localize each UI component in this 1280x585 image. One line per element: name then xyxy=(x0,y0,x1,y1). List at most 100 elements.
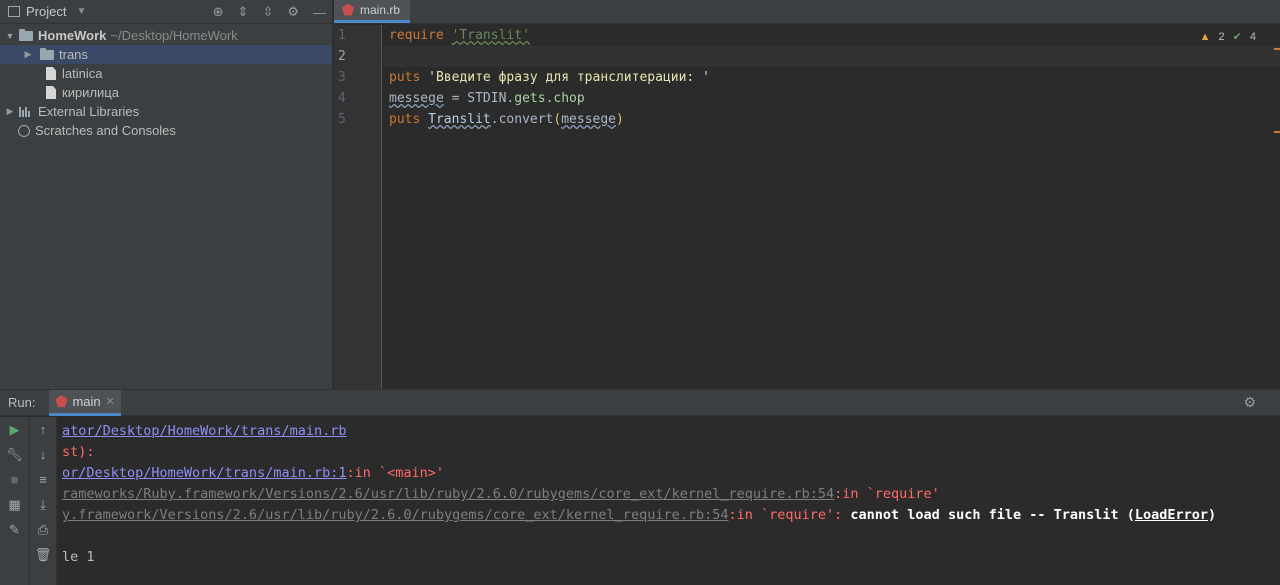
project-view-selector[interactable]: Project xyxy=(26,4,66,19)
project-header: Project ▼ ⊕ ⇕ ⇳ ⚙ — xyxy=(0,0,332,24)
line-number: 3 xyxy=(338,70,346,85)
line-gutter: 1 2 3 4 5 xyxy=(334,25,382,389)
identifier: messege xyxy=(561,112,617,127)
trash-icon[interactable]: 🗑︎ xyxy=(30,542,56,567)
tree-item-label: кирилица xyxy=(62,85,119,100)
error-message: cannot load such file -- Translit ( xyxy=(850,507,1135,523)
file-link[interactable]: y.framework/Versions/2.6/usr/lib/ruby/2.… xyxy=(62,507,728,523)
file-icon xyxy=(46,67,56,80)
file-link[interactable]: or/Desktop/HomeWork/trans/main.rb:1 xyxy=(62,465,346,481)
run-tab-main[interactable]: main ✕ xyxy=(49,389,121,416)
code-line[interactable]: messege = STDIN.gets.chop xyxy=(383,88,1280,109)
wrench-icon[interactable]: 🔧︎ xyxy=(0,442,29,467)
file-link[interactable]: rameworks/Ruby.framework/Versions/2.6/us… xyxy=(62,486,834,502)
expand-all-icon[interactable]: ⇕ xyxy=(238,4,249,20)
tree-item-label: latinica xyxy=(62,66,103,81)
soft-wrap-icon[interactable]: ≡ xyxy=(30,467,56,492)
tree-item-scratches[interactable]: Scratches and Consoles xyxy=(0,121,332,140)
line-number: 1 xyxy=(338,28,346,43)
code-line[interactable]: puts Translit.convert(messege) xyxy=(383,109,1280,130)
console-toolbar: ↑ ↓ ≡ ⤓ ⎙ 🗑︎ xyxy=(30,417,57,585)
run-tab-label: main xyxy=(72,393,101,409)
error-message-end: ) xyxy=(1208,507,1217,523)
ok-count: 4 xyxy=(1249,30,1256,43)
identifier: messege xyxy=(389,91,444,106)
warning-count: 2 xyxy=(1218,30,1225,43)
error-stripe-marker[interactable] xyxy=(1274,48,1280,50)
string-literal: 'Translit' xyxy=(451,28,530,43)
keyword: require xyxy=(389,28,444,43)
tree-item-label: External Libraries xyxy=(38,104,140,119)
error-stripe-marker[interactable] xyxy=(1274,131,1280,133)
chevron-down-icon[interactable]: ▼ xyxy=(76,6,86,17)
code-line[interactable]: puts 'Введите фразу для транслитерации: … xyxy=(383,67,1280,88)
project-tree: ▼ HomeWork ~/Desktop/HomeWork ▶ trans la… xyxy=(0,24,332,140)
dot: . xyxy=(490,112,499,127)
layout-icon[interactable]: ▦ xyxy=(0,492,29,517)
run-panel: Run: main ✕ ⚙ ▶ 🔧︎ ■ ▦ ✎ ↑ ↓ ≡ ⤓ ⎙ 🗑︎ at… xyxy=(0,389,1280,585)
error-text: :in `require': xyxy=(728,507,851,523)
stop-icon[interactable]: ■ xyxy=(0,467,29,492)
close-icon[interactable]: ✕ xyxy=(106,395,115,408)
chevron-right-icon[interactable]: ▶ xyxy=(22,49,34,60)
tree-item-external-libraries[interactable]: ▶ External Libraries xyxy=(0,102,332,121)
project-root-name: HomeWork xyxy=(38,28,107,43)
run-toolbar: ▶ 🔧︎ ■ ▦ ✎ xyxy=(0,417,30,585)
project-panel: Project ▼ ⊕ ⇕ ⇳ ⚙ — ▼ HomeWork ~/Desktop… xyxy=(0,0,333,389)
error-class-link[interactable]: LoadError xyxy=(1135,507,1208,523)
console-line: le 1 xyxy=(62,549,95,565)
gear-icon[interactable]: ⚙ xyxy=(287,4,299,20)
tree-item-homework[interactable]: ▼ HomeWork ~/Desktop/HomeWork xyxy=(0,26,332,45)
scratches-icon xyxy=(18,124,30,137)
chevron-down-icon[interactable]: ▼ xyxy=(4,31,16,41)
collapse-all-icon[interactable]: ⇳ xyxy=(262,4,273,20)
hide-icon[interactable]: — xyxy=(313,5,326,20)
method: gets xyxy=(514,91,546,106)
error-text: :in `require' xyxy=(834,486,940,502)
code-line-current[interactable] xyxy=(383,46,1280,67)
scroll-to-end-icon[interactable]: ⤓ xyxy=(30,492,56,517)
project-root-path: ~/Desktop/HomeWork xyxy=(110,28,238,43)
arrow-down-icon[interactable]: ↓ xyxy=(30,442,56,467)
locate-icon[interactable]: ⊕ xyxy=(213,4,224,20)
line-number: 4 xyxy=(338,91,346,106)
constant: Translit xyxy=(428,112,491,127)
code-line[interactable]: require 'Translit' xyxy=(383,25,1280,46)
folder-icon xyxy=(19,28,33,41)
console-line: rameworks/Ruby.framework/Versions/2.6/us… xyxy=(62,484,1280,505)
error-text: :in `<main>' xyxy=(346,465,445,481)
print-icon[interactable]: ⎙ xyxy=(30,517,56,542)
code-area[interactable]: require 'Translit' puts 'Введите фразу д… xyxy=(383,25,1280,130)
method: chop xyxy=(553,91,585,106)
keyword: puts xyxy=(389,70,421,85)
keyword: puts xyxy=(389,112,421,127)
pin-icon[interactable]: ✎ xyxy=(0,517,29,542)
chevron-right-icon[interactable]: ▶ xyxy=(4,106,16,117)
ruby-run-icon xyxy=(55,395,68,407)
file-link[interactable]: ator/Desktop/HomeWork/trans/main.rb xyxy=(62,423,346,439)
console-line: st): xyxy=(62,444,95,460)
method: convert xyxy=(498,112,554,127)
tab-main-rb[interactable]: main.rb xyxy=(334,0,411,23)
file-icon xyxy=(46,86,56,99)
constant: STDIN xyxy=(467,91,507,106)
check-icon: ✔ xyxy=(1232,31,1242,43)
console-line: y.framework/Versions/2.6/usr/lib/ruby/2.… xyxy=(62,505,1280,526)
arrow-up-icon[interactable]: ↑ xyxy=(30,417,56,442)
tree-item-kirilica[interactable]: кирилица xyxy=(0,83,332,102)
tree-item-label: Scratches and Consoles xyxy=(35,123,176,138)
library-icon xyxy=(19,106,33,117)
tree-item-label: trans xyxy=(59,47,88,62)
string-literal: 'Введите фразу для транслитерации: ' xyxy=(428,70,710,85)
inspections-widget[interactable]: ▲ 2 ✔ 4 xyxy=(1200,30,1256,44)
tree-item-trans[interactable]: ▶ trans xyxy=(0,45,332,64)
console-output[interactable]: ator/Desktop/HomeWork/trans/main.rb st):… xyxy=(58,417,1280,585)
run-label: Run: xyxy=(8,395,36,410)
rerun-icon[interactable]: ▶ xyxy=(0,417,29,442)
paren: ) xyxy=(616,112,624,127)
operator: = xyxy=(443,91,468,106)
tree-item-latinica[interactable]: latinica xyxy=(0,64,332,83)
ruby-file-icon xyxy=(342,3,354,16)
gear-icon[interactable]: ⚙ xyxy=(1243,394,1256,411)
